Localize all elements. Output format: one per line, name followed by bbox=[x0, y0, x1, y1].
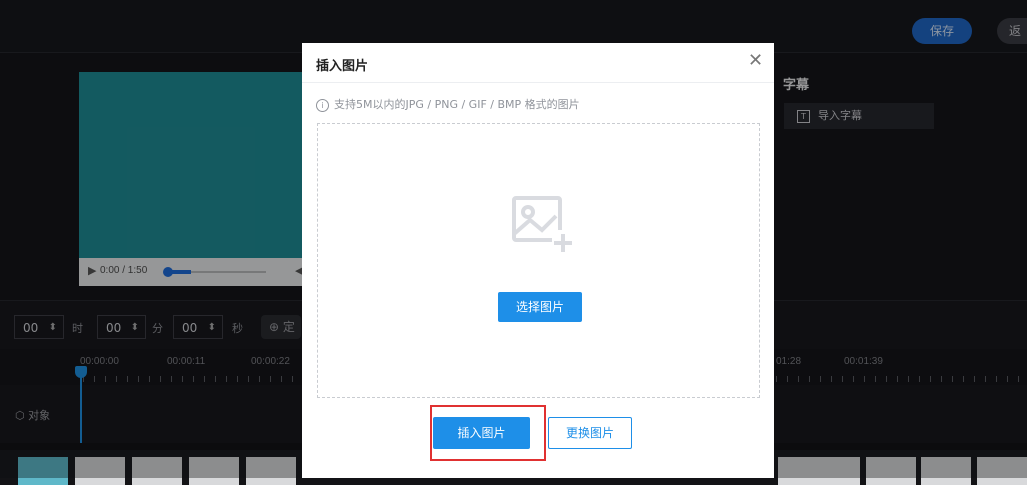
insert-image-button[interactable]: 插入图片 bbox=[433, 417, 530, 449]
image-placeholder-icon bbox=[512, 196, 574, 252]
info-icon: i bbox=[316, 98, 329, 112]
close-icon[interactable]: ✕ bbox=[748, 51, 763, 71]
format-hint: i 支持5M以内的JPG / PNG / GIF / BMP 格式的图片 bbox=[316, 96, 580, 112]
select-image-button[interactable]: 选择图片 bbox=[498, 292, 582, 322]
dialog-title: 插入图片 bbox=[316, 59, 369, 74]
insert-image-dialog: 插入图片 ✕ i 支持5M以内的JPG / PNG / GIF / BMP 格式的… bbox=[302, 43, 774, 478]
dialog-header: 插入图片 ✕ bbox=[302, 43, 774, 83]
replace-image-button[interactable]: 更换图片 bbox=[548, 417, 632, 449]
image-dropzone[interactable]: 选择图片 bbox=[317, 123, 760, 398]
